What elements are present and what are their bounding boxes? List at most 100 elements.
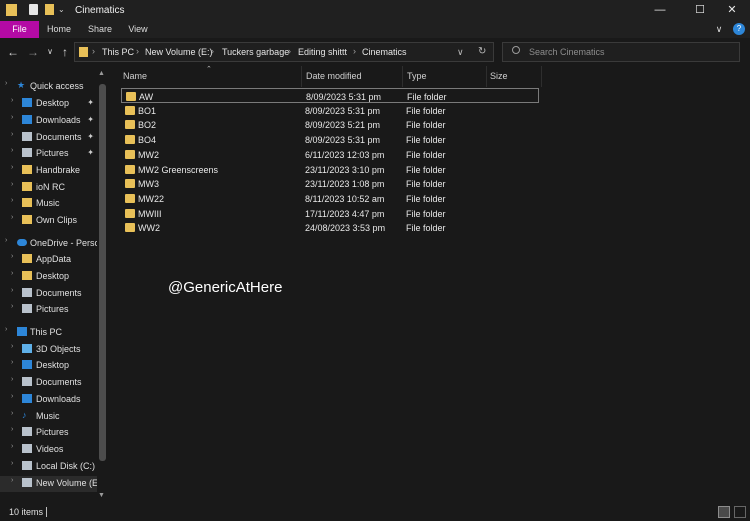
table-row[interactable]: MW2 6/11/2023 12:03 pm File folder	[121, 147, 539, 162]
close-button[interactable]: ✕	[714, 0, 750, 21]
sidebar-item-music[interactable]: › ♪ Music	[0, 409, 97, 425]
expand-chevron-icon[interactable]: ›	[11, 97, 13, 104]
expand-chevron-icon[interactable]: ›	[11, 477, 13, 484]
sidebar-item-desktop[interactable]: › Desktop	[0, 358, 97, 374]
breadcrumb-new-volume[interactable]: New Volume (E:)	[145, 47, 213, 57]
sidebar-item-downloads[interactable]: › Downloads ✦	[0, 113, 97, 129]
sidebar-item-documents[interactable]: › Documents	[0, 286, 97, 302]
sidebar-item-3d-objects[interactable]: › 3D Objects	[0, 342, 97, 358]
column-header-date[interactable]: Date modified	[306, 71, 362, 89]
sidebar-item-appdata[interactable]: › AppData	[0, 252, 97, 268]
expand-chevron-icon[interactable]: ›	[11, 147, 13, 154]
expand-chevron-icon[interactable]: ›	[11, 214, 13, 221]
sidebar-item-quick-access[interactable]: › ★ Quick access	[0, 79, 97, 95]
address-dropdown-icon[interactable]: ∨	[457, 47, 464, 58]
tab-home[interactable]: Home	[42, 21, 76, 38]
details-view-button[interactable]	[718, 506, 730, 518]
expand-chevron-icon[interactable]: ›	[11, 443, 13, 450]
up-button[interactable]: ↑	[57, 44, 73, 60]
large-icons-view-button[interactable]	[734, 506, 746, 518]
expand-chevron-icon[interactable]: ›	[5, 326, 7, 333]
breadcrumb-separator[interactable]: ›	[288, 46, 291, 56]
table-row[interactable]: WW2 24/08/2023 3:53 pm File folder	[121, 220, 539, 235]
table-row[interactable]: BO2 8/09/2023 5:21 pm File folder	[121, 117, 539, 132]
breadcrumb-separator[interactable]: ›	[353, 46, 356, 56]
table-row[interactable]: MW3 23/11/2023 1:08 pm File folder	[121, 176, 539, 191]
refresh-icon[interactable]: ↻	[478, 46, 486, 57]
column-header-size[interactable]: Size	[490, 71, 508, 89]
sidebar-item-local-disk-c[interactable]: › Local Disk (C:)	[0, 459, 97, 475]
maximize-button[interactable]: ☐	[682, 0, 718, 21]
expand-chevron-icon[interactable]: ›	[11, 359, 13, 366]
sidebar-item-desktop[interactable]: › Desktop	[0, 269, 97, 285]
sidebar-item-videos[interactable]: › Videos	[0, 442, 97, 458]
expand-chevron-icon[interactable]: ›	[11, 164, 13, 171]
breadcrumb-editing-shittt[interactable]: Editing shittt	[298, 47, 347, 57]
expand-chevron-icon[interactable]: ›	[11, 114, 13, 121]
expand-chevron-icon[interactable]: ›	[11, 343, 13, 350]
expand-chevron-icon[interactable]: ›	[11, 460, 13, 467]
table-row[interactable]: MWIII 17/11/2023 4:47 pm File folder	[121, 206, 539, 221]
recent-locations-button[interactable]: ∨	[42, 44, 58, 60]
tab-file[interactable]: File	[0, 21, 39, 38]
column-divider[interactable]	[541, 66, 542, 87]
expand-chevron-icon[interactable]: ›	[5, 237, 7, 244]
breadcrumb-cinematics[interactable]: Cinematics	[362, 47, 407, 57]
expand-chevron-icon[interactable]: ›	[5, 80, 7, 87]
sidebar-item-ion-rc[interactable]: › ioN RC	[0, 180, 97, 196]
sidebar-item-new-volume-e[interactable]: › New Volume (E:)	[0, 476, 104, 492]
minimize-button[interactable]: —	[642, 0, 678, 21]
table-row[interactable]: MW2 Greenscreens 23/11/2023 3:10 pm File f…	[121, 162, 539, 177]
expand-chevron-icon[interactable]: ›	[11, 253, 13, 260]
expand-chevron-icon[interactable]: ›	[11, 376, 13, 383]
sidebar-item-desktop[interactable]: › Desktop ✦	[0, 96, 97, 112]
sidebar-item-handbrake[interactable]: › Handbrake	[0, 163, 97, 179]
expand-chevron-icon[interactable]: ›	[11, 410, 13, 417]
expand-chevron-icon[interactable]: ›	[11, 197, 13, 204]
breadcrumb-this-pc[interactable]: This PC	[102, 47, 134, 57]
expand-chevron-icon[interactable]: ›	[11, 287, 13, 294]
new-folder-icon[interactable]	[45, 4, 54, 15]
table-row[interactable]: BO1 8/09/2023 5:31 pm File folder	[121, 103, 539, 118]
back-button[interactable]: ←	[5, 44, 21, 60]
help-icon[interactable]: ?	[733, 23, 745, 35]
search-input[interactable]: Search Cinematics	[502, 42, 740, 62]
expand-chevron-icon[interactable]: ›	[11, 270, 13, 277]
scroll-down-icon[interactable]: ▼	[98, 492, 105, 499]
breadcrumb-tuckers-garbage[interactable]: Tuckers garbage	[222, 47, 289, 57]
address-bar[interactable]: › This PC › New Volume (E:) › Tuckers ga…	[74, 42, 494, 62]
sidebar-item-onedrive-persor[interactable]: › OneDrive - Persor	[0, 236, 103, 252]
sidebar-item-documents[interactable]: › Documents	[0, 375, 97, 391]
table-row[interactable]: BO4 8/09/2023 5:31 pm File folder	[121, 132, 539, 147]
sidebar-item-pictures[interactable]: › Pictures ✦	[0, 146, 97, 162]
properties-icon[interactable]	[29, 4, 38, 15]
column-header-name[interactable]: Name	[123, 71, 147, 89]
tab-share[interactable]: Share	[82, 21, 118, 38]
customize-toolbar-icon[interactable]: ⌄	[58, 5, 65, 14]
sidebar-item-downloads[interactable]: › Downloads	[0, 392, 97, 408]
column-header-type[interactable]: Type	[407, 71, 427, 89]
expand-chevron-icon[interactable]: ›	[11, 181, 13, 188]
breadcrumb-separator[interactable]: ›	[136, 46, 139, 56]
sidebar-item-music[interactable]: › Music	[0, 196, 97, 212]
sidebar-item-pictures[interactable]: › Pictures	[0, 425, 97, 441]
table-row[interactable]: AW 8/09/2023 5:31 pm File folder	[121, 88, 539, 103]
expand-chevron-icon[interactable]: ›	[11, 426, 13, 433]
sidebar-item-this-pc[interactable]: › This PC	[0, 325, 97, 341]
nav-scrollbar-thumb[interactable]	[99, 84, 106, 461]
column-divider[interactable]	[486, 66, 487, 87]
breadcrumb-separator[interactable]: ›	[211, 46, 214, 56]
expand-ribbon-icon[interactable]: ∨	[712, 21, 726, 38]
sidebar-item-pictures[interactable]: › Pictures	[0, 302, 97, 318]
expand-chevron-icon[interactable]: ›	[11, 131, 13, 138]
sidebar-item-documents[interactable]: › Documents ✦	[0, 130, 97, 146]
expand-chevron-icon[interactable]: ›	[11, 393, 13, 400]
sidebar-item-own-clips[interactable]: › Own Clips	[0, 213, 97, 229]
tab-view[interactable]: View	[121, 21, 155, 38]
column-divider[interactable]	[402, 66, 403, 87]
table-row[interactable]: MW22 8/11/2023 10:52 am File folder	[121, 191, 539, 206]
forward-button[interactable]: →	[25, 44, 41, 60]
scroll-up-icon[interactable]: ▲	[98, 70, 105, 77]
column-divider[interactable]	[301, 66, 302, 87]
expand-chevron-icon[interactable]: ›	[11, 303, 13, 310]
